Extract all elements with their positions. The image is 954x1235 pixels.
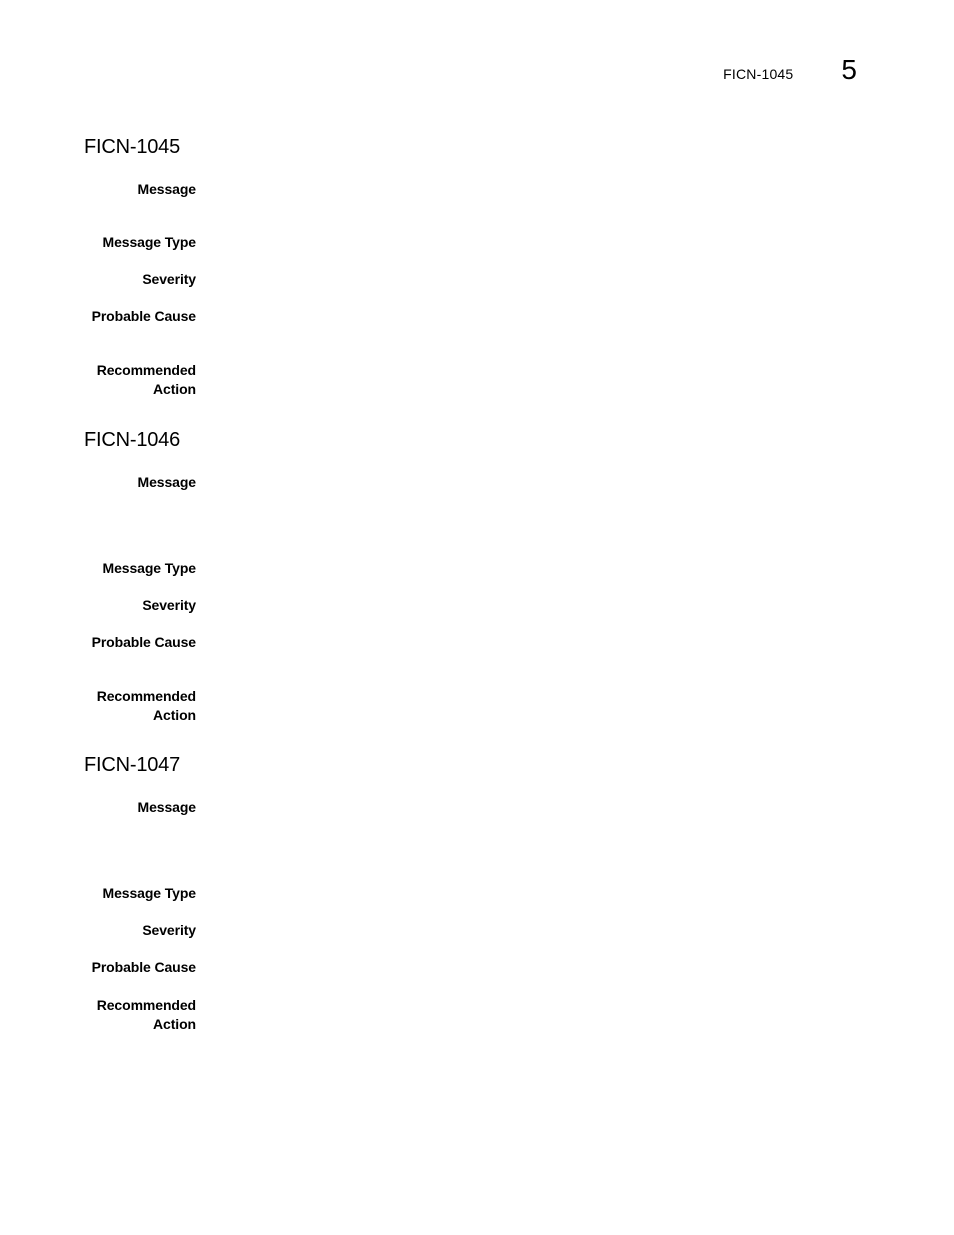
label-text: Message xyxy=(137,181,197,197)
label-text: Message Type xyxy=(102,234,197,250)
field-severity-label: Severity xyxy=(84,270,196,289)
field-severity-label: Severity xyxy=(84,921,196,940)
section-title: FICN-1045 xyxy=(84,136,181,158)
label-text: Probable Cause xyxy=(91,959,197,975)
message-section: FICN-1046 Message Message Type Severity … xyxy=(84,428,864,723)
label-text: Severity xyxy=(142,597,196,613)
field-recommended-action-label: Recommended Action xyxy=(84,361,196,399)
label-text: Action xyxy=(153,1016,196,1032)
label-text: Message xyxy=(137,474,197,490)
label-text: Severity xyxy=(142,922,196,938)
field-probable-cause-label: Probable Cause xyxy=(84,633,197,652)
label-text: Probable Cause xyxy=(91,308,197,324)
message-section: FICN-1045 Message Message Type Severity … xyxy=(84,135,864,397)
label-text: Action xyxy=(153,707,196,723)
field-probable-cause-label: Probable Cause xyxy=(84,307,197,326)
field-severity-label: Severity xyxy=(84,596,196,615)
label-text: Severity xyxy=(142,271,196,287)
section-title: FICN-1046 xyxy=(84,429,181,451)
label-text: Recommended xyxy=(96,997,196,1013)
field-recommended-action-label: Recommended Action xyxy=(84,996,196,1034)
field-message-label: Message xyxy=(84,798,197,817)
chapter-number: 5 xyxy=(841,54,857,85)
label-text: Probable Cause xyxy=(91,634,197,650)
field-probable-cause-label: Probable Cause xyxy=(84,958,197,977)
label-text: Recommended xyxy=(96,688,196,704)
field-message-label: Message xyxy=(84,473,197,492)
section-title: FICN-1047 xyxy=(84,754,181,776)
field-recommended-action-label: Recommended Action xyxy=(84,687,196,725)
field-message-type-label: Message Type xyxy=(84,559,197,578)
label-text: Message xyxy=(137,799,197,815)
label-text: Action xyxy=(153,381,196,397)
label-text: Message Type xyxy=(102,885,197,901)
field-message-label: Message xyxy=(84,180,197,199)
message-section: FICN-1047 Message Message Type Severity … xyxy=(84,753,864,1032)
label-text: Message Type xyxy=(102,560,197,576)
field-message-type-label: Message Type xyxy=(84,884,197,903)
running-header: FICN-1045 5 xyxy=(723,54,857,86)
running-title: FICN-1045 xyxy=(723,66,794,82)
label-text: Recommended xyxy=(96,362,196,378)
field-message-type-label: Message Type xyxy=(84,233,197,252)
